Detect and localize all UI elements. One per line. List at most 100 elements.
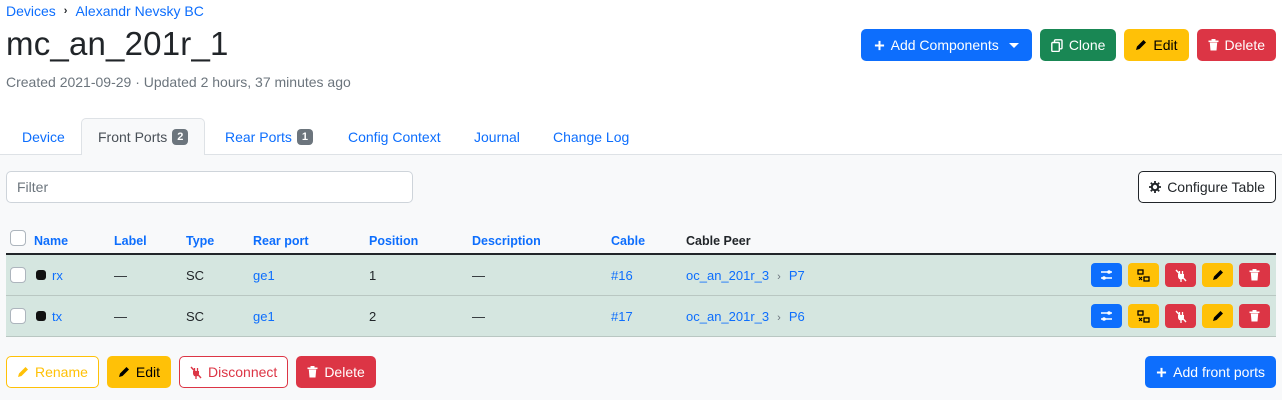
port-name-link[interactable]: tx (52, 309, 62, 324)
disconnect-row-button[interactable] (1165, 304, 1196, 328)
delete-row-button[interactable] (1239, 304, 1270, 328)
pencil-icon (1136, 40, 1147, 50)
delete-row-button[interactable] (1239, 263, 1270, 287)
pencil-icon (118, 367, 129, 377)
column-header-cable[interactable]: Cable (611, 234, 645, 248)
table-row: rx — SC ge1 1 — #16 oc_an_201r_3 › P7 (6, 255, 1276, 296)
tab-front-ports[interactable]: Front Ports 2 (81, 118, 206, 156)
connection-button[interactable] (1128, 263, 1159, 287)
bulk-rename-button[interactable]: Rename (6, 356, 99, 388)
connection-icon (1137, 309, 1150, 323)
column-header-description[interactable]: Description (472, 234, 541, 248)
chevron-right-icon: › (777, 312, 781, 324)
edit-label: Edit (1153, 37, 1178, 53)
add-front-ports-button[interactable]: Add front ports (1145, 356, 1276, 388)
port-color-swatch (36, 311, 46, 321)
tab-rear-ports-label: Rear Ports (225, 128, 292, 145)
bulk-edit-label: Edit (135, 364, 161, 380)
column-header-position[interactable]: Position (369, 234, 418, 248)
peer-device-link[interactable]: oc_an_201r_3 (686, 309, 769, 324)
disconnect-row-button[interactable] (1165, 263, 1196, 287)
column-header-cable-peer: Cable Peer (686, 234, 751, 248)
chevron-right-icon: › (63, 5, 68, 17)
trace-icon (1101, 270, 1112, 280)
row-actions (1091, 304, 1270, 328)
row-actions (1091, 263, 1270, 287)
breadcrumb: Devices › Alexandr Nevsky BC (6, 3, 204, 19)
cable-peer: oc_an_201r_3 › P6 (686, 309, 805, 324)
rear-ports-count-badge: 1 (296, 128, 314, 145)
tab-journal-label: Journal (474, 128, 520, 145)
configure-table-button[interactable]: Configure Table (1138, 171, 1276, 203)
trace-button[interactable] (1091, 304, 1122, 328)
delete-label: Delete (1224, 37, 1265, 53)
port-color-swatch (36, 270, 46, 280)
tab-bar: Device Front Ports 2 Rear Ports 1 Config… (0, 118, 1282, 156)
edit-row-button[interactable] (1202, 304, 1233, 328)
bulk-delete-label: Delete (324, 364, 365, 380)
tab-config-context-label: Config Context (348, 128, 441, 145)
column-header-name[interactable]: Name (34, 234, 68, 248)
configure-table-label: Configure Table (1167, 179, 1265, 195)
clone-label: Clone (1068, 37, 1106, 53)
trash-icon (1249, 269, 1260, 281)
trace-button[interactable] (1091, 263, 1122, 287)
trace-icon (1101, 311, 1112, 321)
column-header-label[interactable]: Label (114, 234, 147, 248)
created-updated-meta: Created 2021-09-29 · Updated 2 hours, 37… (6, 74, 351, 90)
filter-input[interactable] (6, 171, 413, 203)
column-header-rear-port[interactable]: Rear port (253, 234, 309, 248)
tab-device-label: Device (22, 128, 65, 145)
port-name-link[interactable]: rx (52, 268, 63, 283)
tab-change-log[interactable]: Change Log (537, 118, 645, 155)
peer-device-link[interactable]: oc_an_201r_3 (686, 268, 769, 283)
bulk-edit-button[interactable]: Edit (106, 356, 172, 388)
cable-link[interactable]: #17 (611, 309, 633, 324)
peer-port-link[interactable]: P7 (789, 268, 805, 283)
edit-button[interactable]: Edit (1124, 29, 1189, 61)
delete-button[interactable]: Delete (1196, 29, 1276, 61)
tab-rear-ports[interactable]: Rear Ports 1 (209, 118, 329, 155)
tab-config-context[interactable]: Config Context (332, 118, 457, 155)
connection-icon (1137, 268, 1150, 282)
column-header-type[interactable]: Type (186, 234, 214, 248)
port-type: SC (186, 268, 205, 283)
bulk-disconnect-button[interactable]: Disconnect (179, 356, 289, 388)
breadcrumb-devices[interactable]: Devices (6, 3, 56, 19)
bulk-actions: Rename Edit Disconnect Delete (6, 356, 376, 388)
table-row: tx — SC ge1 2 — #17 oc_an_201r_3 › P6 (6, 296, 1276, 337)
rear-port-link[interactable]: ge1 (253, 309, 275, 324)
pencil-icon (18, 367, 28, 377)
select-all-checkbox[interactable] (10, 230, 26, 246)
bulk-disconnect-label: Disconnect (208, 364, 278, 380)
breadcrumb-site[interactable]: Alexandr Nevsky BC (75, 3, 203, 19)
rear-port-link[interactable]: ge1 (253, 268, 275, 283)
port-description: — (472, 268, 485, 283)
row-checkbox[interactable] (10, 267, 26, 283)
trash-icon (1249, 310, 1260, 322)
cable-link[interactable]: #16 (611, 268, 633, 283)
tab-journal[interactable]: Journal (458, 118, 536, 155)
peer-port-link[interactable]: P6 (789, 309, 805, 324)
caret-down-icon (1008, 42, 1019, 48)
add-components-button[interactable]: Add Components (860, 29, 1032, 61)
tab-change-log-label: Change Log (553, 128, 630, 145)
pencil-icon (1212, 311, 1223, 321)
row-checkbox[interactable] (10, 308, 26, 324)
page-title: mc_an_201r_1 (6, 25, 229, 62)
copy-icon (1050, 38, 1063, 52)
tab-front-ports-label: Front Ports (98, 129, 168, 145)
tab-content: Configure Table Name Label Type Rear por… (0, 155, 1282, 400)
edit-row-button[interactable] (1202, 263, 1233, 287)
chevron-right-icon: › (777, 271, 781, 283)
add-front-ports-label: Add front ports (1173, 364, 1265, 380)
bulk-delete-button[interactable]: Delete (296, 356, 376, 388)
tab-device[interactable]: Device (6, 118, 81, 155)
port-type: SC (186, 309, 205, 324)
front-ports-table: Name Label Type Rear port Position Descr… (6, 222, 1276, 337)
table-header: Name Label Type Rear port Position Descr… (6, 222, 1276, 255)
plus-icon (1157, 367, 1167, 377)
connection-button[interactable] (1128, 304, 1159, 328)
unplug-icon (1174, 269, 1187, 282)
clone-button[interactable]: Clone (1039, 29, 1117, 61)
